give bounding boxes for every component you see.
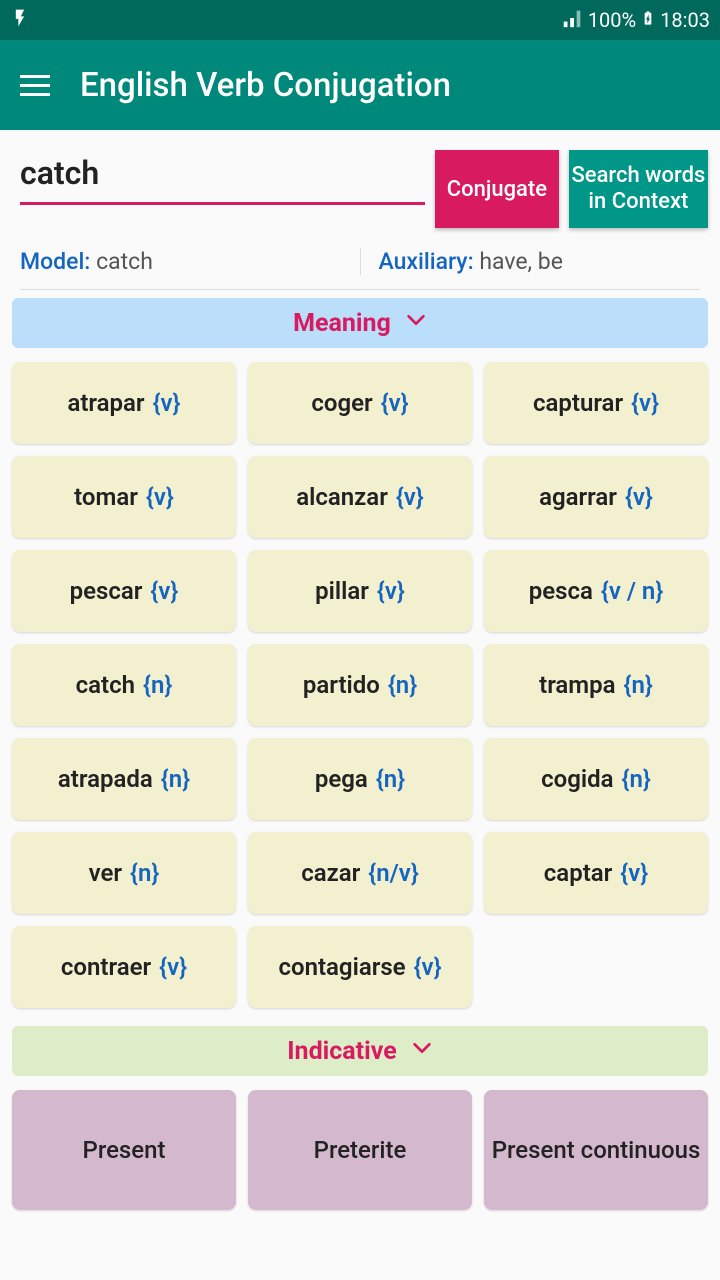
meaning-word: pesca: [529, 577, 593, 605]
meaning-word: agarrar: [539, 483, 617, 511]
clock-time: 18:03: [660, 8, 710, 32]
meaning-word: capturar: [533, 389, 623, 417]
meaning-word: trampa: [539, 671, 615, 699]
meaning-pos: {n}: [624, 671, 653, 699]
divider: [20, 289, 700, 290]
meaning-word: pescar: [70, 577, 143, 605]
meaning-pos: {v}: [153, 389, 181, 417]
meaning-pos: {v}: [631, 389, 659, 417]
info-row: Model: catch Auxiliary: have, be: [0, 236, 720, 289]
meaning-card[interactable]: pesca {v / n}: [484, 550, 708, 632]
section-indicative-label: Indicative: [287, 1037, 397, 1066]
meaning-card[interactable]: tomar {v}: [12, 456, 236, 538]
meaning-card[interactable]: ver {n}: [12, 832, 236, 914]
meaning-pos: {v}: [381, 389, 409, 417]
meaning-word: contagiarse: [278, 953, 405, 981]
meaning-card[interactable]: pega {n}: [248, 738, 472, 820]
meaning-pos: {v / n}: [601, 577, 663, 605]
tense-card[interactable]: Preterite: [248, 1090, 472, 1210]
conjugate-button[interactable]: Conjugate: [435, 150, 559, 228]
meaning-word: catch: [76, 671, 135, 699]
meaning-card[interactable]: pescar{v}: [12, 550, 236, 632]
meaning-pos: {n}: [622, 765, 651, 793]
meaning-grid: atrapar{v}coger{v}capturar{v}tomar{v}alc…: [0, 356, 720, 1018]
meaning-card[interactable]: contraer {v}: [12, 926, 236, 1008]
chevron-down-icon: [405, 309, 427, 338]
battery-percent: 100%: [588, 8, 636, 32]
meaning-pos: {v}: [625, 483, 653, 511]
meaning-word: coger: [311, 389, 372, 417]
meaning-word: atrapada: [58, 765, 153, 793]
meaning-pos: {v}: [150, 577, 178, 605]
meaning-pos: {n}: [376, 765, 405, 793]
meaning-pos: {v}: [377, 577, 405, 605]
meaning-card[interactable]: trampa {n}: [484, 644, 708, 726]
meaning-word: cazar: [301, 859, 360, 887]
meaning-word: tomar: [74, 483, 138, 511]
meaning-word: contraer: [61, 953, 151, 981]
meaning-card[interactable]: catch {n}: [12, 644, 236, 726]
verb-input[interactable]: [20, 150, 425, 205]
section-meaning-label: Meaning: [293, 309, 391, 338]
menu-icon[interactable]: [20, 75, 50, 96]
meaning-card[interactable]: alcanzar {v}: [248, 456, 472, 538]
meaning-pos: {n}: [130, 859, 159, 887]
model-value: catch: [90, 248, 153, 275]
meaning-pos: {v}: [620, 859, 648, 887]
meaning-card[interactable]: partido {n}: [248, 644, 472, 726]
app-title: English Verb Conjugation: [80, 66, 451, 105]
search-context-button[interactable]: Search words in Context: [569, 150, 708, 228]
meaning-pos: {v}: [414, 953, 442, 981]
tense-grid: PresentPreteritePresent continuous: [0, 1084, 720, 1216]
meaning-word: ver: [89, 859, 122, 887]
meaning-card[interactable]: agarrar {v}: [484, 456, 708, 538]
meaning-word: captar: [544, 859, 613, 887]
flash-icon: [10, 4, 30, 37]
section-meaning[interactable]: Meaning: [12, 298, 708, 348]
battery-charging-icon: [640, 6, 656, 35]
model-label: Model:: [20, 248, 90, 275]
meaning-card[interactable]: contagiarse {v}: [248, 926, 472, 1008]
tense-card[interactable]: Present continuous: [484, 1090, 708, 1210]
meaning-card[interactable]: captar{v}: [484, 832, 708, 914]
meaning-card[interactable]: cogida {n}: [484, 738, 708, 820]
meaning-word: pillar: [315, 577, 369, 605]
search-row: Conjugate Search words in Context: [0, 130, 720, 236]
auxiliary-value: have, be: [474, 248, 563, 275]
app-bar: English Verb Conjugation: [0, 40, 720, 130]
meaning-pos: {v}: [159, 953, 187, 981]
meaning-pos: {n}: [161, 765, 190, 793]
signal-icon: [562, 7, 584, 34]
chevron-down-icon: [411, 1037, 433, 1066]
meaning-word: pega: [315, 765, 368, 793]
tense-card[interactable]: Present: [12, 1090, 236, 1210]
meaning-card[interactable]: coger {v}: [248, 362, 472, 444]
meaning-card[interactable]: atrapar {v}: [12, 362, 236, 444]
meaning-pos: {n/v}: [368, 859, 418, 887]
meaning-card[interactable]: cazar {n/v}: [248, 832, 472, 914]
meaning-word: atrapar: [67, 389, 144, 417]
meaning-pos: {v}: [146, 483, 174, 511]
meaning-pos: {n}: [143, 671, 172, 699]
meaning-pos: {v}: [396, 483, 424, 511]
meaning-pos: {n}: [388, 671, 417, 699]
meaning-word: cogida: [541, 765, 613, 793]
meaning-card[interactable]: pillar {v}: [248, 550, 472, 632]
meaning-word: alcanzar: [296, 483, 388, 511]
auxiliary-label: Auxiliary:: [379, 248, 474, 275]
meaning-word: partido: [303, 671, 380, 699]
meaning-card[interactable]: capturar {v}: [484, 362, 708, 444]
section-indicative[interactable]: Indicative: [12, 1026, 708, 1076]
status-bar: 100% 18:03: [0, 0, 720, 40]
meaning-card[interactable]: atrapada {n}: [12, 738, 236, 820]
